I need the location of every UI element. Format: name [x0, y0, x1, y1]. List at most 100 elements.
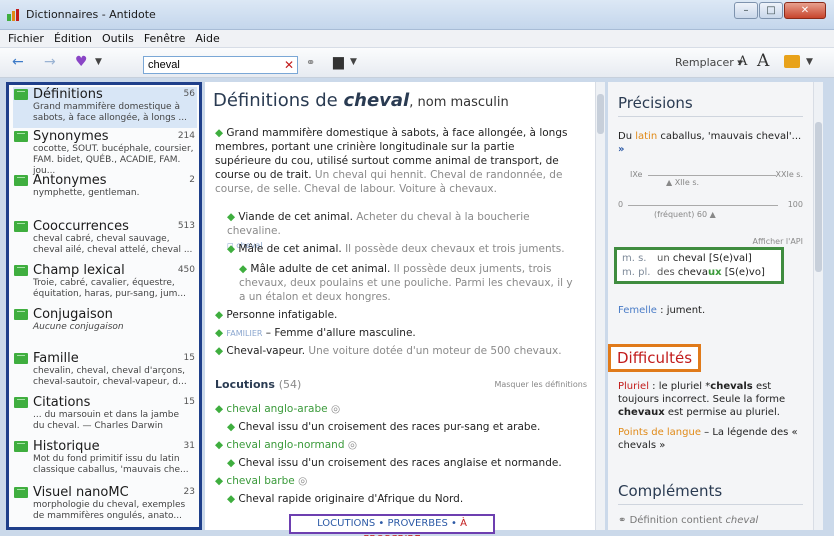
- divider: [618, 116, 803, 117]
- sidebar-item-count: 15: [183, 397, 195, 407]
- locution-title[interactable]: cheval anglo-arabe: [226, 403, 327, 415]
- scrollbar-thumb[interactable]: [815, 122, 822, 272]
- sidebar-item-label: Définitions: [33, 87, 103, 102]
- definition-contains-row[interactable]: ⚭ Définition contient cheval: [618, 514, 803, 527]
- menu-outils[interactable]: Outils: [102, 32, 134, 45]
- heart-favorites-icon[interactable]: ♥: [75, 54, 88, 70]
- info-icon[interactable]: ◎: [331, 403, 340, 415]
- sidebar-item-champ-lexical[interactable]: Champ lexical 450 Troie, cabré, cavalier,…: [13, 263, 197, 300]
- frequency-line: [628, 205, 778, 206]
- singular-label: m. s.: [622, 253, 647, 264]
- menu-fichier[interactable]: Fichier: [8, 32, 44, 45]
- complements-heading: Compléments: [618, 482, 723, 500]
- trash-dropdown-icon[interactable]: ▼: [350, 57, 357, 67]
- definition-4: ◆ Cheval-vapeur. Une voiture dotée d'un …: [215, 344, 573, 358]
- freq-max: 100: [787, 200, 803, 209]
- close-button[interactable]: ✕: [784, 2, 826, 19]
- toolbar: ← → ♥ ▼ ✕ ⚭ ▆ ▼ Remplacer ▾ A A ▼: [0, 48, 834, 78]
- minimize-button[interactable]: –: [734, 2, 758, 19]
- timeline-start: IXe: [630, 170, 643, 179]
- feminine-label: Femelle: [618, 305, 657, 316]
- scrollbar-thumb[interactable]: [597, 94, 604, 134]
- book-icon: [14, 441, 28, 452]
- sidebar-item-antonymes[interactable]: Antonymes 2 nymphette, gentleman.: [13, 173, 197, 199]
- freq-min: 0: [618, 200, 624, 209]
- book-icon: [14, 353, 28, 364]
- locution-title[interactable]: cheval anglo-normand: [226, 439, 344, 451]
- sidebar-item-conjugaison[interactable]: Conjugaison Aucune conjugaison: [13, 307, 197, 333]
- sidebar-item-synonymes[interactable]: Synonymes 214 cocotte, SOUT. bucéphale, c…: [13, 129, 197, 177]
- sidebar-item-historique[interactable]: Historique 31 Mot du fond primitif issu d…: [13, 439, 197, 476]
- bullet-icon: ◆: [227, 421, 236, 433]
- sidebar-item-famille[interactable]: Famille 15 chevalin, cheval, cheval d'arç…: [13, 351, 197, 388]
- decrease-font-button[interactable]: A: [738, 54, 747, 69]
- definition-text: – Femme d'allure masculine.: [262, 327, 416, 339]
- center-scrollbar[interactable]: [595, 82, 605, 530]
- sub-definition-3: ◆ Mâle adulte de cet animal. Il possède …: [239, 262, 573, 304]
- book-icon: [14, 309, 28, 320]
- singular-word: cheval [S(e)val]: [672, 253, 752, 264]
- frequency-timeline: IXe XXIe s. ▲ XIIe s. 0 100 (fréquent) 6…: [618, 170, 803, 230]
- clear-search-icon[interactable]: ✕: [284, 58, 294, 72]
- definition-2: ◆ Personne infatigable.: [215, 308, 573, 322]
- title-prefix: Définitions de: [213, 90, 344, 111]
- window-controls: – □ ✕: [734, 2, 826, 19]
- sidebar-item-count: 450: [177, 265, 195, 275]
- points-label[interactable]: Points de langue: [618, 427, 701, 438]
- sidebar-item-label: Antonymes: [33, 173, 107, 188]
- menu-aide[interactable]: Aide: [195, 32, 219, 45]
- right-scrollbar[interactable]: [813, 82, 823, 530]
- highlighter-icon[interactable]: [784, 55, 800, 68]
- feminine-row: Femelle : jument.: [618, 304, 803, 317]
- pluriel-label: Pluriel: [618, 381, 649, 392]
- search-field[interactable]: ✕: [143, 56, 298, 74]
- etym-body: caballus, 'mauvais cheval'...: [657, 131, 802, 142]
- favorites-dropdown-icon[interactable]: ▼: [95, 57, 102, 67]
- book-icon: [14, 175, 28, 186]
- book-icon: [14, 265, 28, 276]
- menu-fenetre[interactable]: Fenêtre: [144, 32, 186, 45]
- sidebar-item-cooccurrences[interactable]: Cooccurrences 513 cheval cabré, cheval sa…: [13, 219, 197, 256]
- locution-2: ◆ cheval anglo-normand ◎: [215, 438, 573, 452]
- hide-definitions-link[interactable]: Masquer les définitions: [494, 380, 587, 389]
- sidebar-item-desc: cheval cabré, cheval sauvage, cheval ail…: [33, 234, 193, 255]
- sidebar-item-desc: Troie, cabré, cavalier, équestre, équita…: [33, 278, 186, 299]
- info-icon[interactable]: ◎: [348, 439, 357, 451]
- sidebar-item-count: 31: [183, 441, 195, 451]
- sidebar-item-desc: morphologie du cheval, exemples de mammi…: [33, 500, 186, 521]
- increase-font-button[interactable]: A: [757, 51, 769, 71]
- locutions-count: (54): [278, 378, 302, 391]
- definition-text: Cheval-vapeur.: [226, 345, 306, 357]
- sidebar-item-count: 2: [189, 175, 195, 185]
- highlighter-dropdown-icon[interactable]: ▼: [806, 57, 813, 67]
- info-icon[interactable]: ◎: [298, 475, 307, 487]
- sections-panel: Définitions 56 Grand mammifère domestique…: [6, 82, 202, 530]
- precisions-heading: Précisions: [618, 94, 693, 112]
- freq-value: (fréquent) 60: [654, 210, 708, 219]
- sidebar-item-label: Historique: [33, 439, 100, 454]
- sidebar-item-visuel-nano[interactable]: Visuel nanoMC 23 morphologie du cheval, e…: [13, 485, 197, 522]
- sidebar-item-label: Famille: [33, 351, 79, 366]
- link-chain-icon: ⚭: [618, 515, 627, 526]
- etym-more-link[interactable]: »: [618, 144, 624, 155]
- trash-icon[interactable]: ▆: [333, 54, 344, 70]
- forward-arrow-icon[interactable]: →: [44, 54, 56, 70]
- sidebar-item-count: 513: [177, 221, 195, 231]
- plural-stem: cheva: [677, 267, 708, 278]
- search-input[interactable]: [144, 57, 274, 73]
- sidebar-item-definitions[interactable]: Définitions 56 Grand mammifère domestique…: [13, 87, 197, 128]
- definition-text: Personne infatigable.: [226, 309, 338, 321]
- sidebar-item-count: 23: [183, 487, 195, 497]
- locution-title[interactable]: cheval barbe: [226, 475, 294, 487]
- back-arrow-icon[interactable]: ←: [12, 54, 24, 70]
- menu-edition[interactable]: Édition: [54, 32, 92, 45]
- sidebar-item-citations[interactable]: Citations 15 ... du marsouin et dans la j…: [13, 395, 197, 432]
- link-chain-icon[interactable]: ⚭: [306, 56, 315, 69]
- bullet-icon: ◆: [215, 345, 224, 357]
- locutions-proverbes-link[interactable]: LOCUTIONS • PROVERBES •: [317, 518, 460, 529]
- replace-button[interactable]: Remplacer ▾: [675, 56, 743, 69]
- sidebar-item-count: 214: [177, 131, 195, 141]
- def-contient-label: Définition contient: [629, 515, 726, 526]
- timeline-marker: ▲ XIIe s.: [666, 178, 700, 187]
- maximize-button[interactable]: □: [759, 2, 783, 19]
